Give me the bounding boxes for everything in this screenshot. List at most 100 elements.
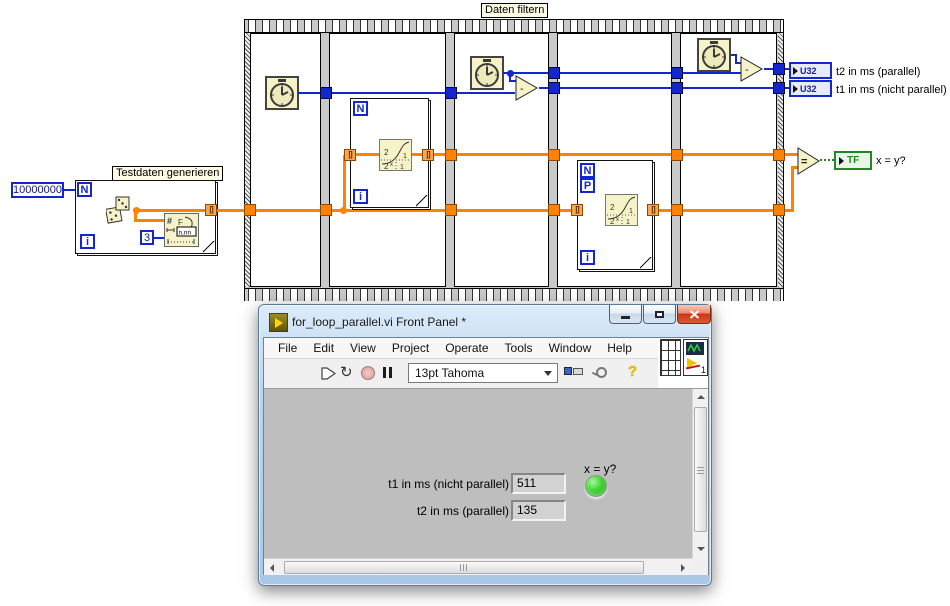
vi-icon-button[interactable]: 1 — [683, 339, 708, 376]
boolean-wire — [820, 159, 834, 161]
t1-result-wire — [539, 87, 790, 89]
count-terminal-n[interactable]: N — [353, 101, 368, 116]
subtract-node-2[interactable]: - — [740, 56, 764, 82]
vertical-scrollbar[interactable] — [692, 389, 708, 558]
t2-control-label: t2 in ms (parallel) — [416, 504, 509, 518]
t2-value-indicator[interactable]: 135 — [511, 500, 566, 521]
equals-node[interactable]: = — [797, 147, 821, 175]
sequence-frame-1 — [250, 33, 321, 287]
svg-text:2: 2 — [384, 162, 389, 171]
context-help-button[interactable]: ? — [628, 363, 637, 380]
maximize-icon — [655, 310, 664, 318]
maximize-button[interactable] — [643, 305, 676, 324]
t2-indicator-label: t2 in ms (parallel) — [836, 66, 921, 78]
random-number-dice-icon[interactable] — [106, 196, 134, 224]
svg-text:#: # — [167, 216, 172, 226]
parallel-terminal-p[interactable]: P — [580, 178, 595, 193]
count-terminal-n[interactable]: N — [77, 182, 92, 197]
front-panel: t1 in ms (nicht parallel) 511 t2 in ms (… — [264, 389, 692, 558]
horizontal-scroll-thumb[interactable] — [284, 561, 644, 574]
t1-value-indicator[interactable]: 511 — [511, 473, 566, 494]
tick-count-node-1[interactable] — [265, 76, 299, 110]
scroll-right-button[interactable] — [675, 560, 691, 575]
wire-segment — [133, 209, 207, 212]
t2-tick-wire — [511, 72, 742, 74]
menu-item-file[interactable]: File — [270, 341, 305, 355]
stop-icon — [361, 366, 375, 380]
menu-item-project[interactable]: Project — [384, 341, 437, 355]
count-terminal-n[interactable]: N — [580, 163, 595, 178]
pause-button[interactable] — [383, 367, 392, 378]
indicator-arrow-icon — [839, 156, 844, 165]
film-strip-top — [245, 20, 783, 33]
abort-button[interactable] — [361, 366, 375, 380]
digits-constant[interactable]: 3 — [140, 230, 154, 245]
auto-index-tunnel: [] — [571, 204, 583, 216]
labview-app-icon — [269, 313, 288, 332]
sequence-label: Daten filtern — [481, 3, 549, 18]
iteration-terminal-i[interactable]: i — [80, 234, 95, 249]
sequence-tunnel — [548, 149, 560, 161]
svg-text:2: 2 — [610, 203, 615, 212]
wire-segment — [791, 166, 794, 212]
iteration-terminal-i[interactable]: i — [353, 189, 368, 204]
power-of-two-node[interactable]: 2 1 2 x 1 — [605, 194, 638, 226]
run-continuously-button[interactable]: ↻ — [340, 363, 353, 381]
wire-segment — [343, 155, 346, 211]
close-button[interactable] — [677, 305, 711, 324]
tick-count-node-3[interactable] — [697, 38, 731, 72]
testdaten-loop-label: Testdaten generieren — [112, 166, 224, 181]
auto-index-tunnel: [] — [205, 204, 217, 216]
scroll-up-button[interactable] — [693, 389, 708, 405]
boolean-led-indicator[interactable] — [585, 475, 607, 497]
power-of-two-node[interactable]: 2 1 2 x 1 — [379, 139, 412, 171]
sequence-tunnel — [548, 67, 560, 79]
run-button[interactable] — [320, 366, 337, 381]
svg-text:1: 1 — [629, 208, 633, 215]
sequence-tunnel — [244, 204, 256, 216]
u32-indicator-t1[interactable]: U32 — [789, 80, 832, 97]
menu-item-tools[interactable]: Tools — [497, 341, 541, 355]
iteration-terminal-i[interactable]: i — [580, 250, 595, 265]
sequence-tunnel — [548, 82, 560, 94]
sequence-tunnel — [773, 82, 785, 94]
sequence-tunnel — [773, 149, 785, 161]
tf-indicator-xy[interactable]: TF — [834, 151, 872, 170]
vi-waveform-icon — [686, 342, 704, 355]
menu-item-window[interactable]: Window — [541, 341, 600, 355]
minimize-button[interactable] — [609, 305, 642, 324]
search-button[interactable] — [591, 367, 607, 378]
indicator-arrow-icon — [793, 66, 798, 75]
t1-control-label: t1 in ms (nicht parallel) — [388, 477, 509, 491]
menu-item-view[interactable]: View — [342, 341, 384, 355]
scroll-down-button[interactable] — [693, 541, 708, 557]
t1-indicator-label: t1 in ms (nicht parallel) — [836, 84, 947, 96]
font-selector[interactable]: 13pt Tahoma — [408, 363, 558, 383]
menu-item-operate[interactable]: Operate — [437, 341, 496, 355]
subtract-node-1[interactable]: - — [515, 75, 539, 101]
svg-text:=: = — [801, 156, 807, 168]
filtered-data-wire — [434, 153, 798, 156]
screen: Daten filtern Testdaten generieren 10000… — [0, 0, 950, 606]
align-objects-button[interactable] — [564, 367, 585, 375]
xy-indicator-label: x = y? — [876, 155, 906, 167]
svg-text:-: - — [745, 64, 749, 76]
vertical-scroll-thumb[interactable] — [694, 407, 707, 532]
iterations-constant[interactable]: 10000000 — [11, 182, 64, 198]
svg-text:n.nn: n.nn — [179, 230, 192, 237]
alignment-grid-button[interactable] — [660, 339, 681, 376]
scroll-left-button[interactable] — [264, 560, 280, 575]
format-number-icon[interactable]: # F n.nn — [164, 213, 199, 247]
svg-text:1: 1 — [400, 164, 404, 171]
sequence-tunnel — [671, 149, 683, 161]
toolbar: ↻ 13pt Tahoma ? — [264, 359, 658, 389]
horizontal-scrollbar[interactable] — [264, 558, 692, 575]
menu-item-edit[interactable]: Edit — [305, 341, 342, 355]
sequence-tunnel — [773, 63, 785, 75]
u32-indicator-t2[interactable]: U32 — [789, 62, 832, 79]
tick-count-node-2[interactable] — [470, 56, 504, 90]
loop-dogear — [640, 257, 652, 269]
auto-index-tunnel: [] — [422, 149, 434, 161]
menu-item-help[interactable]: Help — [599, 341, 640, 355]
auto-index-tunnel: [] — [647, 204, 659, 216]
